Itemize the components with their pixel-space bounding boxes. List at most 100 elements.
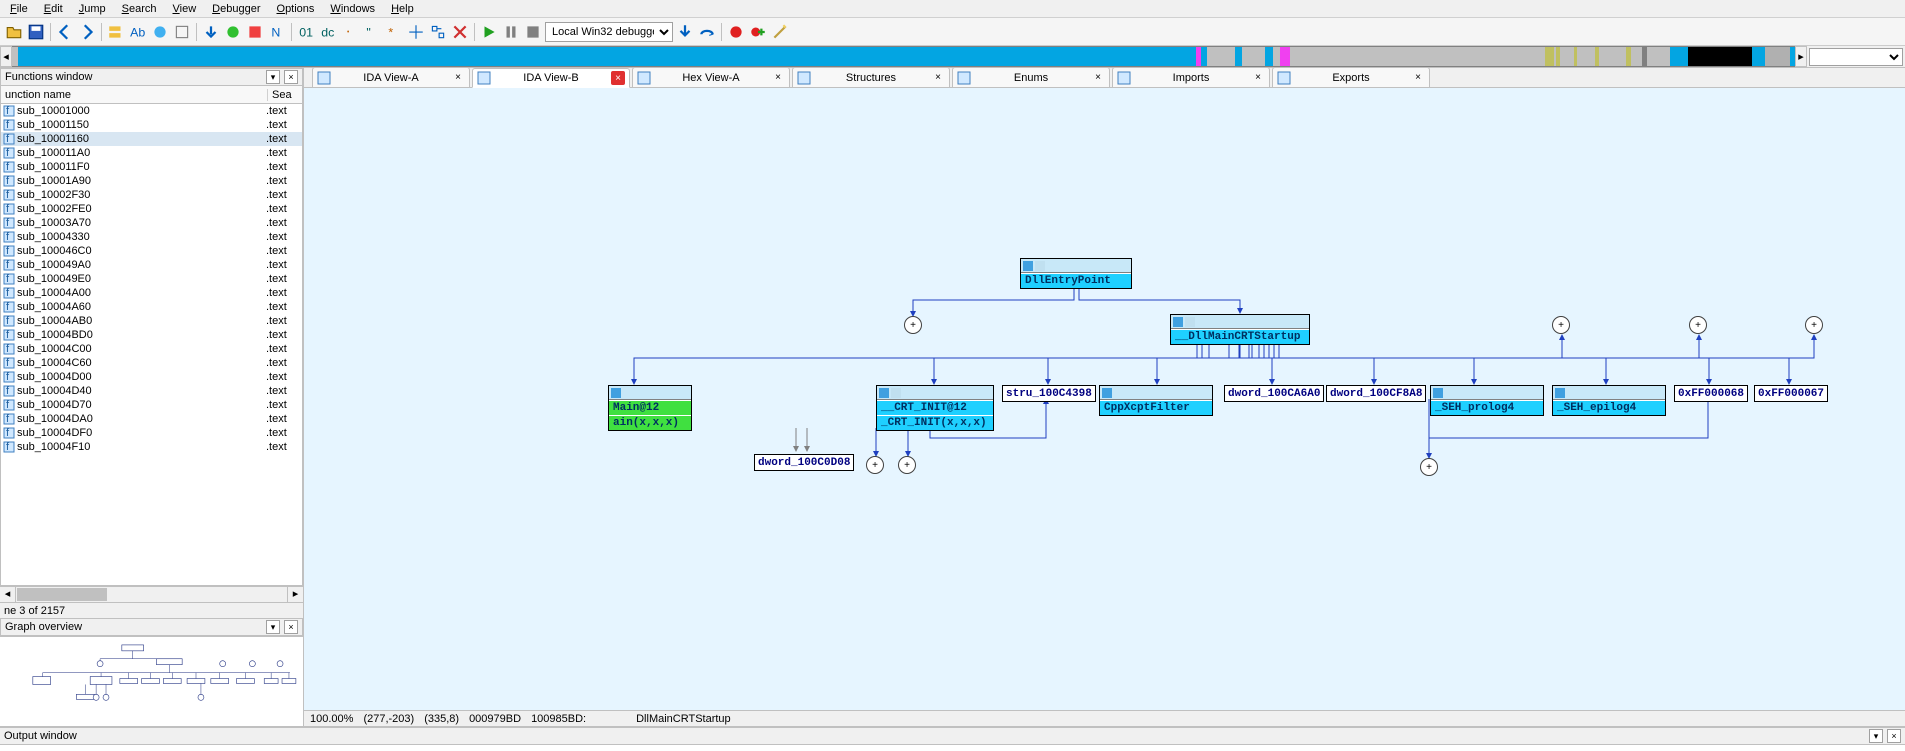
tab-ida-view-a[interactable]: IDA View-A× [312,67,470,87]
function-row[interactable]: fsub_10004F10.text [1,440,302,454]
output-close-icon[interactable]: × [1887,729,1901,743]
menu-search[interactable]: Search [114,2,165,16]
output-menu-icon[interactable]: ▾ [1869,729,1883,743]
node-dword-a6a0[interactable]: dword_100CA6A0 [1224,385,1324,402]
bin-search-icon[interactable] [106,22,126,42]
node-dword-0d08[interactable]: dword_100C0D08 [754,454,854,471]
function-row[interactable]: fsub_10003A70.text [1,216,302,230]
tool-icon-n[interactable]: N [267,22,287,42]
tab-enums[interactable]: Enums× [952,67,1110,87]
run-icon[interactable] [479,22,499,42]
navband-canvas[interactable] [12,46,1795,67]
node-seh-epilog[interactable]: _SEH_epilog4 [1552,385,1666,416]
node-cppxcptfilter[interactable]: CppXcptFilter [1099,385,1213,416]
function-row[interactable]: fsub_10004D00.text [1,370,302,384]
node-dllentrypoint[interactable]: DllEntryPoint [1020,258,1132,289]
tab-structures[interactable]: Structures× [792,67,950,87]
node-stru[interactable]: stru_100C4398 [1002,385,1096,402]
forward-icon[interactable] [77,22,97,42]
functions-list[interactable]: fsub_10001000.textfsub_10001150.textfsub… [0,104,303,586]
node-dllmaincrtstartup[interactable]: __DllMainCRTStartup [1170,314,1310,345]
convert-icon-4[interactable]: " [362,22,382,42]
tab-hex-view-a[interactable]: Hex View-A× [632,67,790,87]
tool-icon-4[interactable] [245,22,265,42]
convert-icon-6[interactable] [406,22,426,42]
open-icon[interactable] [4,22,24,42]
function-row[interactable]: fsub_10001000.text [1,104,302,118]
tab-close-icon[interactable]: × [1091,71,1105,85]
function-row[interactable]: fsub_10004C00.text [1,342,302,356]
collapsed-node[interactable]: + [866,456,884,474]
gov-menu-icon[interactable]: ▾ [266,620,280,634]
graph-view[interactable]: DllEntryPoint __DllMainCRTStartup Main@1… [304,88,1905,710]
function-row[interactable]: fsub_10004D40.text [1,384,302,398]
text-search-icon[interactable]: Ab [128,22,148,42]
convert-icon-2[interactable]: dc [318,22,338,42]
pause-icon[interactable] [501,22,521,42]
function-row[interactable]: fsub_10004DF0.text [1,426,302,440]
collapsed-node[interactable]: + [1552,316,1570,334]
bp-add-icon[interactable] [748,22,768,42]
col-segment[interactable]: Sea [268,89,302,101]
node-seh-prolog[interactable]: _SEH_prolog4 [1430,385,1544,416]
node-main012[interactable]: Main@12 ain(x,x,x) [608,385,692,431]
col-function-name[interactable]: unction name [1,89,268,101]
tab-close-icon[interactable]: × [1411,71,1425,85]
function-row[interactable]: fsub_10001150.text [1,118,302,132]
step-into-icon[interactable] [675,22,695,42]
menu-file[interactable]: File [2,2,36,16]
graph-overview-canvas[interactable] [0,636,303,726]
close-icon[interactable] [450,22,470,42]
function-row[interactable]: fsub_100046C0.text [1,244,302,258]
tab-close-icon[interactable]: × [1251,71,1265,85]
stop-icon[interactable] [523,22,543,42]
function-row[interactable]: fsub_100011F0.text [1,160,302,174]
function-row[interactable]: fsub_10004A60.text [1,300,302,314]
collapsed-node[interactable]: + [1805,316,1823,334]
functions-hscroll[interactable]: ◂ ▸ [0,586,303,602]
menu-windows[interactable]: Windows [322,2,383,16]
navband-dropdown[interactable] [1809,48,1903,66]
tab-ida-view-b[interactable]: IDA View-B× [472,68,630,88]
function-row[interactable]: fsub_10002FE0.text [1,202,302,216]
convert-icon-1[interactable]: 01 [296,22,316,42]
step-over-icon[interactable] [697,22,717,42]
function-row[interactable]: fsub_100049A0.text [1,258,302,272]
panel-close-icon[interactable]: × [284,70,298,84]
tab-exports[interactable]: Exports× [1272,67,1430,87]
function-row[interactable]: fsub_10002F30.text [1,188,302,202]
tab-close-icon[interactable]: × [611,71,625,85]
convert-icon-3[interactable]: ᛫ [340,22,360,42]
node-dword-f8a8[interactable]: dword_100CF8A8 [1326,385,1426,402]
menu-help[interactable]: Help [383,2,422,16]
jump-down-icon[interactable] [201,22,221,42]
function-row[interactable]: fsub_10004DA0.text [1,412,302,426]
function-row[interactable]: fsub_10004AB0.text [1,314,302,328]
function-row[interactable]: fsub_10004330.text [1,230,302,244]
menu-debugger[interactable]: Debugger [204,2,268,16]
collapsed-node[interactable]: + [1689,316,1707,334]
function-row[interactable]: fsub_10001160.text [1,132,302,146]
panel-menu-icon[interactable]: ▾ [266,70,280,84]
function-row[interactable]: fsub_100049E0.text [1,272,302,286]
tab-imports[interactable]: Imports× [1112,67,1270,87]
menu-jump[interactable]: Jump [71,2,114,16]
collapsed-node[interactable]: + [904,316,922,334]
tool-icon-1[interactable] [150,22,170,42]
function-row[interactable]: fsub_10001A90.text [1,174,302,188]
functions-columns[interactable]: unction name Sea [0,86,303,104]
function-row[interactable]: fsub_10004BD0.text [1,328,302,342]
menu-options[interactable]: Options [269,2,323,16]
gov-close-icon[interactable]: × [284,620,298,634]
tab-close-icon[interactable]: × [931,71,945,85]
bp-icon[interactable] [726,22,746,42]
tab-close-icon[interactable]: × [771,71,785,85]
navband-left-icon[interactable]: ◂ [0,46,12,67]
function-row[interactable]: fsub_100011A0.text [1,146,302,160]
collapsed-node[interactable]: + [1420,458,1438,476]
wand-icon[interactable] [770,22,790,42]
node-crtinit[interactable]: __CRT_INIT@12 _CRT_INIT(x,x,x) [876,385,994,431]
debugger-select[interactable]: Local Win32 debugger [545,22,673,42]
tool-icon-2[interactable] [172,22,192,42]
navband-right-icon[interactable]: ▸ [1795,46,1807,67]
